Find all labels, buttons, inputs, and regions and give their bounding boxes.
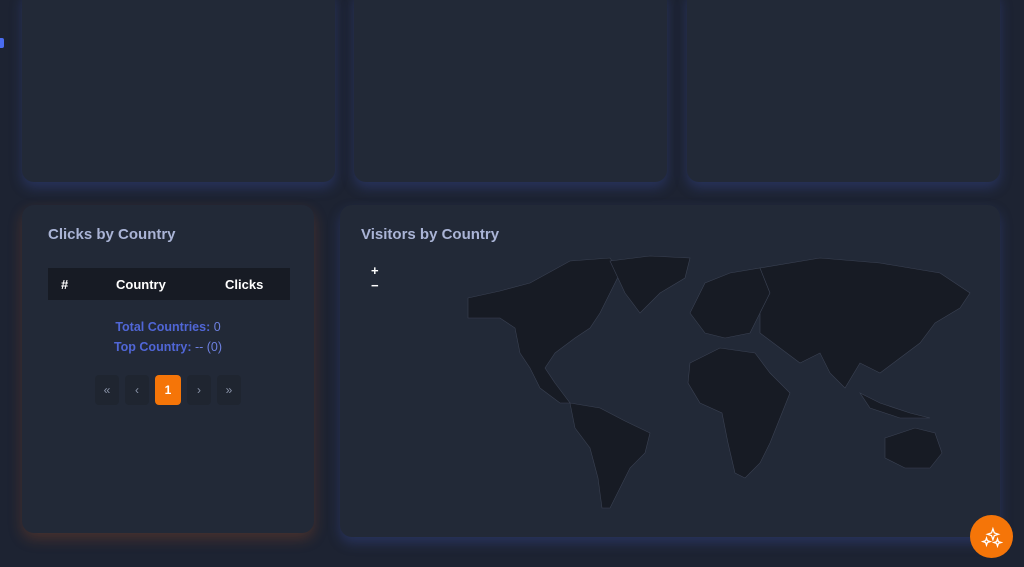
map-africa xyxy=(687,347,791,479)
column-header-clicks[interactable]: Clicks xyxy=(225,277,263,292)
map-australia xyxy=(884,427,943,469)
total-countries-label: Total Countries: xyxy=(115,320,211,334)
pagination: « ‹ 1 › » xyxy=(95,375,241,405)
total-countries: Total Countries: 0 xyxy=(22,320,314,334)
card-title: Visitors by Country xyxy=(361,226,500,243)
top-country-value: -- (0) xyxy=(194,340,223,354)
map-south-america xyxy=(569,402,651,509)
page-1-button[interactable]: 1 xyxy=(155,375,181,405)
ai-assistant-button[interactable] xyxy=(970,515,1013,558)
top-country: Top Country: -- (0) xyxy=(22,340,314,354)
visitors-by-country-card: Visitors by Country + − xyxy=(340,205,1000,537)
card-title: Clicks by Country xyxy=(48,226,176,243)
top-country-label: Top Country: xyxy=(113,340,192,354)
sidebar-toggle[interactable] xyxy=(0,38,4,48)
map-north-america xyxy=(467,257,621,404)
zoom-out-button[interactable]: − xyxy=(371,278,379,293)
column-header-country[interactable]: Country xyxy=(116,277,166,292)
column-header-number[interactable]: # xyxy=(61,277,68,292)
map-indonesia xyxy=(859,392,931,419)
first-page-button[interactable]: « xyxy=(95,375,119,405)
zoom-in-button[interactable]: + xyxy=(371,263,379,278)
world-map[interactable] xyxy=(460,253,980,518)
total-countries-value: 0 xyxy=(213,320,221,334)
prev-page-button[interactable]: ‹ xyxy=(125,375,149,405)
map-greenland xyxy=(609,255,691,314)
last-page-button[interactable]: » xyxy=(217,375,241,405)
stat-card-3 xyxy=(687,0,1000,182)
clicks-by-country-card: Clicks by Country # Country Clicks Total… xyxy=(22,205,314,533)
table-header: # Country Clicks xyxy=(48,268,290,300)
stat-card-1 xyxy=(22,0,335,182)
next-page-button[interactable]: › xyxy=(187,375,211,405)
map-europe xyxy=(689,267,771,339)
sparkles-icon xyxy=(980,526,1003,548)
stat-card-2 xyxy=(354,0,667,182)
map-asia xyxy=(759,257,971,389)
